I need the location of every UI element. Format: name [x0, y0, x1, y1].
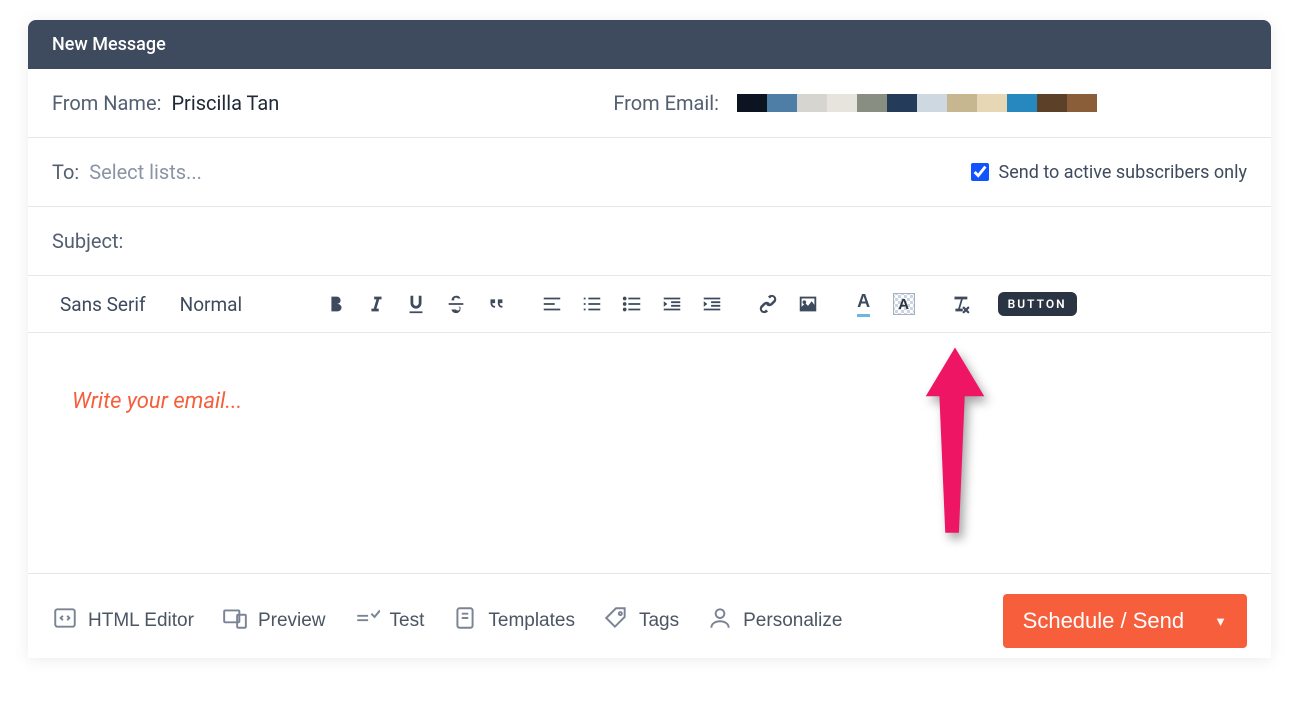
to-row: To: Select lists... Send to active subsc… [28, 138, 1271, 207]
insert-button-chip[interactable]: BUTTON [998, 292, 1077, 316]
test-label: Test [390, 610, 425, 632]
redacted-swatch [767, 94, 797, 112]
tag-icon [603, 605, 629, 637]
templates-label: Templates [488, 610, 575, 632]
editor-body[interactable]: Write your email... [28, 333, 1271, 573]
window-header: New Message [28, 20, 1271, 69]
strikethrough-button[interactable] [438, 286, 474, 322]
chevron-down-icon: ▼ [1214, 614, 1227, 629]
redacted-swatch [887, 94, 917, 112]
to-select-lists[interactable]: Select lists... [89, 160, 202, 184]
bold-button[interactable] [318, 286, 354, 322]
blockquote-button[interactable] [478, 286, 514, 322]
code-icon [52, 605, 78, 637]
font-size-select[interactable]: Normal [168, 293, 308, 316]
personalize-label: Personalize [743, 610, 842, 632]
tags-label: Tags [639, 610, 679, 632]
redacted-swatch [977, 94, 1007, 112]
outdent-button[interactable] [654, 286, 690, 322]
schedule-send-label: Schedule / Send [1023, 608, 1184, 634]
ordered-list-button[interactable] [574, 286, 610, 322]
redacted-swatch [1037, 94, 1067, 112]
to-label: To: [52, 160, 79, 184]
from-name-value[interactable]: Priscilla Tan [171, 91, 279, 115]
italic-button[interactable] [358, 286, 394, 322]
subject-row[interactable]: Subject: [28, 207, 1271, 276]
unordered-list-button[interactable] [614, 286, 650, 322]
font-family-value: Sans Serif [60, 293, 146, 316]
redacted-swatch [857, 94, 887, 112]
editor-toolbar: Sans Serif Normal [28, 276, 1271, 333]
html-editor-label: HTML Editor [88, 610, 194, 632]
compose-card: New Message From Name: Priscilla Tan Fro… [28, 20, 1271, 658]
from-email-value[interactable] [737, 94, 1097, 112]
background-color-button[interactable]: A [886, 286, 922, 322]
preview-label: Preview [258, 610, 326, 632]
font-size-value: Normal [180, 293, 242, 316]
template-icon [452, 605, 478, 637]
redacted-swatch [917, 94, 947, 112]
font-family-select[interactable]: Sans Serif [48, 293, 168, 316]
active-subscribers-checkbox[interactable] [971, 163, 989, 181]
person-icon [707, 605, 733, 637]
send-check-icon [354, 605, 380, 637]
html-editor-button[interactable]: HTML Editor [52, 605, 194, 637]
schedule-send-button[interactable]: Schedule / Send ▼ [1003, 594, 1247, 648]
link-button[interactable] [750, 286, 786, 322]
compose-footer: HTML Editor Preview Test Templates Tags … [28, 573, 1271, 658]
from-email-label: From Email: [613, 91, 719, 115]
from-row: From Name: Priscilla Tan From Email: [28, 69, 1271, 138]
devices-icon [222, 605, 248, 637]
clear-formatting-button[interactable] [942, 286, 978, 322]
editor-placeholder: Write your email... [72, 389, 242, 414]
redacted-swatch [947, 94, 977, 112]
preview-button[interactable]: Preview [222, 605, 326, 637]
personalize-button[interactable]: Personalize [707, 605, 842, 637]
templates-button[interactable]: Templates [452, 605, 575, 637]
annotation-arrow [916, 345, 994, 545]
redacted-swatch [737, 94, 767, 112]
tags-button[interactable]: Tags [603, 605, 679, 637]
window-title: New Message [52, 34, 166, 55]
active-subscribers-label: Send to active subscribers only [999, 162, 1247, 183]
redacted-swatch [1007, 94, 1037, 112]
from-name-label: From Name: [52, 91, 161, 115]
indent-button[interactable] [694, 286, 730, 322]
test-button[interactable]: Test [354, 605, 425, 637]
subject-label: Subject: [52, 229, 123, 253]
underline-button[interactable] [398, 286, 434, 322]
redacted-swatch [797, 94, 827, 112]
image-button[interactable] [790, 286, 826, 322]
align-button[interactable] [534, 286, 570, 322]
redacted-swatch [1067, 94, 1097, 112]
font-color-button[interactable]: A [846, 286, 882, 322]
redacted-swatch [827, 94, 857, 112]
